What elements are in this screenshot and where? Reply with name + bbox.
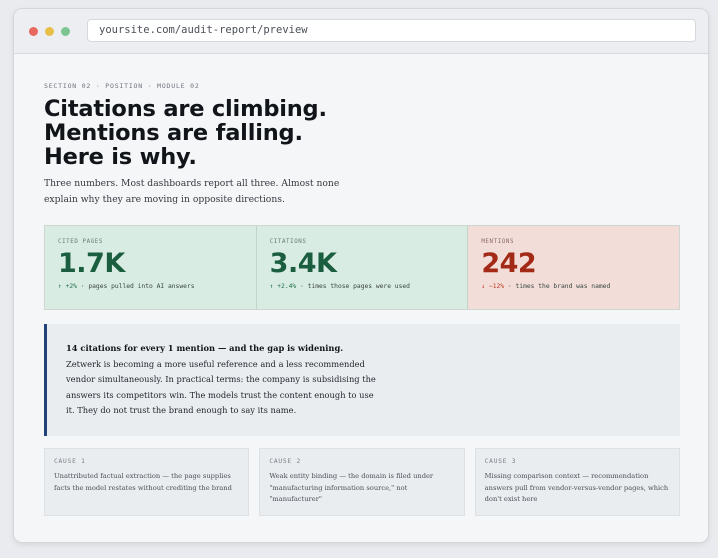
stat-value: 242 [481,248,537,279]
page-title: Citations are climbing. Mentions are fal… [44,97,444,169]
maximize-window-dot[interactable] [61,27,70,36]
stat-delta: +2.4% [277,283,297,290]
stats-row: CITED PAGES 1.7K ↑ +2% · pages pulled in… [44,225,680,310]
stat-note: ↑ +2% · pages pulled into AI answers [58,283,256,290]
cause-label: CAUSE 3 [484,458,517,465]
stat-delta: −12% [488,283,505,290]
insight-callout: 14 citations for every 1 mention — and t… [44,324,680,436]
address-bar[interactable]: yoursite.com/audit-report/preview [87,19,696,42]
cause-text: Weak entity binding — the domain is file… [269,472,434,503]
stat-label: MENTIONS [481,239,515,245]
cause-card-2: CAUSE 2 Weak entity binding — the domain… [259,448,465,516]
cause-label: CAUSE 1 [54,458,86,465]
headline-line-2: Mentions are falling. [44,120,303,146]
stat-citations: CITATIONS 3.4K ↑ +2.4% · times those pag… [255,226,468,309]
stat-label: CITATIONS [269,239,307,245]
headline-line-3: Here is why. [44,144,197,170]
arrow-down-icon: ↓ [481,283,486,290]
cause-text: Missing comparison context — recommendat… [484,472,669,503]
stat-description: · times the brand was named [507,283,611,290]
callout-lead: 14 citations for every 1 mention — and t… [66,343,344,353]
cause-card-1: CAUSE 1 Unattributed factual extraction … [44,448,250,516]
page-subhead: Three numbers. Most dashboards report al… [44,178,340,205]
minimize-window-dot[interactable] [45,27,54,36]
cause-label: CAUSE 2 [269,458,302,465]
stat-description: · pages pulled into AI answers [80,283,195,290]
stat-cited-pages: CITED PAGES 1.7K ↑ +2% · pages pulled in… [45,226,256,309]
arrow-up-icon: ↑ [58,283,62,290]
cause-text: Unattributed factual extraction — the pa… [54,472,232,492]
arrow-up-icon: ↑ [269,283,274,290]
close-window-dot[interactable] [29,27,38,36]
stat-label: CITED PAGES [58,239,103,245]
cause-card-3: CAUSE 3 Missing comparison context — rec… [474,448,680,516]
report-page: SECTION 02 · POSITION · MODULE 02 Citati… [14,55,708,542]
stat-note: ↑ +2.4% · times those pages were used [270,283,468,290]
callout-body: Zetwerk is becoming a more useful refere… [66,358,376,416]
stat-mentions: MENTIONS 242 ↓ −12% · times the brand wa… [467,226,680,309]
browser-window: yoursite.com/audit-report/preview SECTIO… [13,8,709,543]
stat-note: ↓ −12% · times the brand was named [481,283,679,290]
stat-value: 1.7K [58,248,125,279]
causes-row: CAUSE 1 Unattributed factual extraction … [44,448,680,516]
callout-text: 14 citations for every 1 mention — and t… [66,341,376,419]
headline-line-1: Citations are climbing. [44,96,327,122]
stat-value: 3.4K [269,248,337,279]
stat-description: · times those pages were used [300,283,410,290]
section-eyebrow: SECTION 02 · POSITION · MODULE 02 [44,82,200,90]
browser-toolbar: yoursite.com/audit-report/preview [14,9,708,54]
stat-delta: +2% [65,283,77,290]
